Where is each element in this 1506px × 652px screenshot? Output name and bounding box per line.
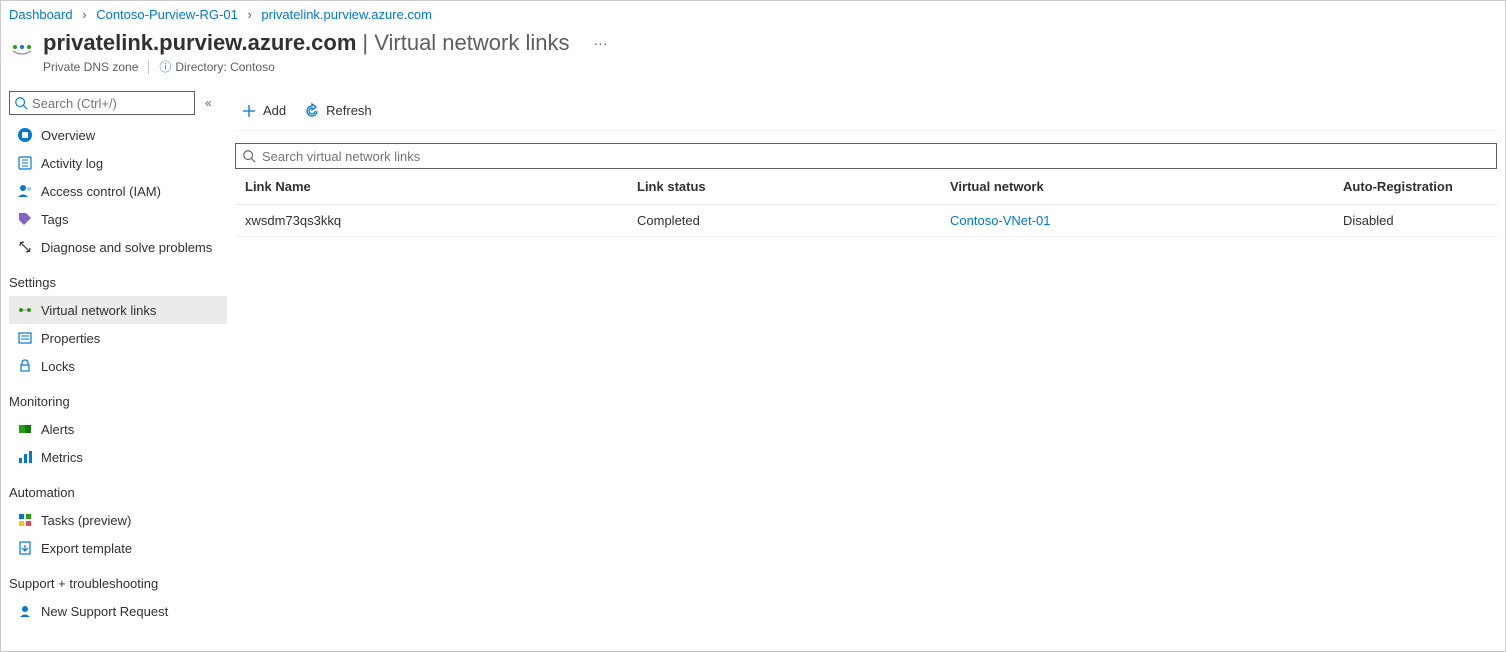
sidebar-item-label: Access control (IAM) [41, 184, 161, 199]
support-icon [17, 603, 33, 619]
breadcrumb-rg[interactable]: Contoso-Purview-RG-01 [96, 7, 238, 22]
alerts-icon [17, 421, 33, 437]
sidebar-item-label: Properties [41, 331, 100, 346]
breadcrumb-dashboard[interactable]: Dashboard [9, 7, 73, 22]
sidebar-search[interactable] [9, 91, 195, 115]
col-header-link-name[interactable]: Link Name [245, 179, 637, 194]
cell-link-name: xwsdm73qs3kkq [245, 213, 637, 228]
sidebar-item-metrics[interactable]: Metrics [9, 443, 227, 471]
sidebar-item-locks[interactable]: Locks [9, 352, 227, 380]
breadcrumb: Dashboard › Contoso-Purview-RG-01 › priv… [1, 1, 1505, 26]
sidebar-item-label: Alerts [41, 422, 74, 437]
sidebar-search-input[interactable] [32, 96, 190, 111]
table-header: Link Name Link status Virtual network Au… [235, 169, 1497, 205]
overview-icon [17, 127, 33, 143]
tags-icon [17, 211, 33, 227]
sidebar-item-overview[interactable]: Overview [9, 121, 227, 149]
search-icon [242, 149, 256, 163]
sidebar-item-diagnose[interactable]: Diagnose and solve problems [9, 233, 227, 261]
sidebar-item-label: Locks [41, 359, 75, 374]
add-button-label: Add [263, 103, 286, 118]
sidebar-item-label: Virtual network links [41, 303, 156, 318]
info-icon: ⓘ [159, 58, 171, 75]
sidebar-item-label: New Support Request [41, 604, 168, 619]
metrics-icon [17, 449, 33, 465]
table-row[interactable]: xwsdm73qs3kkq Completed Contoso-VNet-01 … [235, 205, 1497, 237]
table-search-input[interactable] [262, 149, 1490, 164]
breadcrumb-resource[interactable]: privatelink.purview.azure.com [261, 7, 432, 22]
search-icon [14, 96, 28, 110]
sidebar-section-settings: Settings [9, 261, 227, 296]
page-header: privatelink.purview.azure.com | Virtual … [1, 26, 1505, 91]
col-header-auto-registration[interactable]: Auto-Registration [1343, 179, 1487, 194]
cell-link-status: Completed [637, 213, 950, 228]
sidebar-item-label: Activity log [41, 156, 103, 171]
sidebar-item-alerts[interactable]: Alerts [9, 415, 227, 443]
directory-value: Contoso [230, 60, 275, 74]
cell-auto-registration: Disabled [1343, 213, 1487, 228]
col-header-link-status[interactable]: Link status [637, 179, 950, 194]
vnet-icon [17, 302, 33, 318]
sidebar-item-support-request[interactable]: New Support Request [9, 597, 227, 625]
diagnose-icon [17, 239, 33, 255]
sidebar-item-export-template[interactable]: Export template [9, 534, 227, 562]
divider [148, 60, 149, 74]
col-header-virtual-network[interactable]: Virtual network [950, 179, 1343, 194]
sidebar-item-label: Metrics [41, 450, 83, 465]
toolbar: Add Refresh [235, 91, 1497, 131]
sidebar-section-automation: Automation [9, 471, 227, 506]
sidebar: « Overview Activity log Access control (… [1, 91, 227, 625]
sidebar-item-label: Overview [41, 128, 95, 143]
sidebar-item-vnet-links[interactable]: Virtual network links [9, 296, 227, 324]
add-button[interactable]: Add [241, 103, 286, 119]
sidebar-item-label: Diagnose and solve problems [41, 240, 212, 255]
refresh-button[interactable]: Refresh [304, 103, 372, 119]
refresh-icon [304, 103, 320, 119]
sidebar-item-tags[interactable]: Tags [9, 205, 227, 233]
activity-log-icon [17, 155, 33, 171]
sidebar-item-label: Tags [41, 212, 68, 227]
sidebar-section-monitoring: Monitoring [9, 380, 227, 415]
sidebar-item-activity-log[interactable]: Activity log [9, 149, 227, 177]
dns-zone-icon [9, 34, 35, 60]
collapse-sidebar-button[interactable]: « [205, 96, 212, 110]
plus-icon [241, 103, 257, 119]
chevron-right-icon: › [82, 7, 86, 22]
cell-vnet-link[interactable]: Contoso-VNet-01 [950, 213, 1050, 228]
directory-label: Directory: [175, 60, 226, 74]
table-search[interactable] [235, 143, 1497, 169]
sidebar-item-label: Tasks (preview) [41, 513, 131, 528]
sidebar-item-tasks[interactable]: Tasks (preview) [9, 506, 227, 534]
chevron-right-icon: › [247, 7, 251, 22]
sidebar-item-label: Export template [41, 541, 132, 556]
iam-icon [17, 183, 33, 199]
sidebar-item-properties[interactable]: Properties [9, 324, 227, 352]
more-actions-button[interactable]: ··· [593, 35, 607, 51]
properties-icon [17, 330, 33, 346]
refresh-button-label: Refresh [326, 103, 372, 118]
sidebar-item-iam[interactable]: Access control (IAM) [9, 177, 227, 205]
lock-icon [17, 358, 33, 374]
export-icon [17, 540, 33, 556]
resource-type-label: Private DNS zone [43, 60, 138, 74]
page-subtitle: | Virtual network links [362, 30, 569, 56]
sidebar-section-support: Support + troubleshooting [9, 562, 227, 597]
main-content: Add Refresh Link Name Link status Virtua… [227, 91, 1505, 625]
page-title: privatelink.purview.azure.com [43, 30, 356, 56]
tasks-icon [17, 512, 33, 528]
